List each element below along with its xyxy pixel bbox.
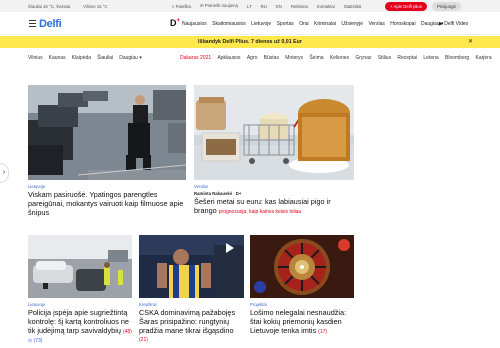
promo-banner[interactable]: Išbandyk Delfi Plius. 7 dienos už 0,01 E…: [0, 36, 500, 48]
article-card[interactable]: Verslas Raminta Rakauskė | D+ Šešeri met…: [194, 85, 354, 225]
promo-text: Išbandyk Delfi Plius. 7 dienos už 0,01 E…: [198, 39, 302, 45]
report-news-link[interactable]: ✉ Pranešk naujieną: [200, 3, 238, 9]
lang-lt[interactable]: LT: [247, 4, 252, 9]
article-card[interactable]: Lietuvoje Viskam pasiruošė. Ypatingos pa…: [28, 85, 186, 225]
article-category[interactable]: Lietuvoje: [28, 302, 45, 307]
city-vilnius[interactable]: Vilnius: [28, 55, 43, 61]
login-button[interactable]: Prisijungti: [432, 1, 461, 11]
topic-bloomberg[interactable]: Bloomberg: [445, 55, 469, 61]
play-icon[interactable]: [222, 241, 236, 255]
topic-seima[interactable]: Šeima: [309, 55, 323, 61]
topic-agro[interactable]: Agro: [247, 55, 258, 61]
topic-stilius[interactable]: Stilius: [378, 55, 391, 61]
city-kaunas[interactable]: Kaunas: [49, 55, 66, 61]
topic-bustas[interactable]: Būstas: [264, 55, 279, 61]
author-line: Raminta Rakauskė | D+: [194, 191, 242, 196]
topic-karjera[interactable]: Karjera: [475, 55, 491, 61]
article-image: [194, 85, 354, 180]
article-title[interactable]: Šešeri metai su euru: kas labiausiai pig…: [194, 197, 354, 217]
nav-lietuvoje[interactable]: Lietuvoje: [251, 21, 271, 27]
article-category[interactable]: Lietuvoje: [28, 184, 45, 189]
comment-count[interactable]: (48): [123, 329, 132, 335]
article-card[interactable]: Krepšinis CSKA dominavimą pažabojęs Šara…: [139, 235, 244, 348]
topic-moterys[interactable]: Moterys: [285, 55, 303, 61]
topic-apklausos[interactable]: Apklausos: [217, 55, 240, 61]
advertising-link[interactable]: Reklama: [291, 4, 308, 9]
main-header: Delfi D+ Naujausios Skaitomiausios Lietu…: [0, 13, 500, 35]
topic-receptai[interactable]: Receptai: [397, 55, 417, 61]
article-image: [139, 235, 244, 298]
utility-menu: ⌕ Paieška ✉ Pranešk naujieną LT RU EN Re…: [172, 3, 361, 9]
nav-orai[interactable]: Orai: [299, 21, 308, 27]
topic-letena[interactable]: Letena: [423, 55, 438, 61]
nav-horoskopai[interactable]: Horoskopai: [390, 21, 415, 27]
article-title[interactable]: Policija įspėja apie sugriežtintą kontro…: [28, 308, 132, 346]
statistics-link[interactable]: Statistika: [344, 4, 361, 9]
plus-badge: D+: [235, 191, 242, 196]
weather-text-2: Vilnius 16 °C: [83, 3, 108, 9]
delfi-plus-logo[interactable]: D+: [170, 18, 180, 28]
topic-dakaras[interactable]: Dakaras 2021: [180, 55, 211, 61]
nav-naujausios[interactable]: Naujausios: [182, 21, 207, 27]
city-daugiau[interactable]: Daugiau ▾: [119, 55, 142, 61]
search-link[interactable]: ⌕ Paieška: [172, 4, 191, 9]
article-title[interactable]: CSKA dominavimą pažabojęs Šaras prisipaž…: [139, 308, 244, 345]
chevron-left-icon[interactable]: ›: [0, 163, 9, 183]
comment-count[interactable]: (17): [318, 329, 327, 335]
article-title[interactable]: Viskam pasiruošė. Ypatingos parengtles p…: [28, 190, 186, 217]
weather-text: Šiauliai 16 °C, šviesiai: [28, 3, 71, 9]
comment-count[interactable]: (21): [139, 337, 148, 343]
article-category[interactable]: Projektai: [250, 302, 267, 307]
close-icon[interactable]: ✕: [468, 36, 473, 48]
play-icon: ▶: [439, 21, 443, 27]
author-name[interactable]: Raminta Rakauskė: [194, 191, 232, 196]
lang-ru[interactable]: RU: [261, 4, 267, 9]
city-siauliai[interactable]: Šiauliai: [97, 55, 113, 61]
lang-en[interactable]: EN: [276, 4, 282, 9]
nav-uzsienyje[interactable]: Užsienyje: [341, 21, 363, 27]
article-card[interactable]: Projektai Lošimo nelegalai nesnaudžia: š…: [250, 235, 354, 348]
nav-verslas[interactable]: Verslas: [368, 21, 384, 27]
top-utility-bar: Šiauliai 16 °C, šviesiai Vilnius 16 °C ⌕…: [0, 0, 500, 12]
delfi-video-link[interactable]: ▶ Delfi Video: [439, 21, 468, 27]
article-category[interactable]: Krepšinis: [139, 302, 157, 307]
article-image: [28, 85, 186, 180]
topic-keliones[interactable]: Keliones: [330, 55, 349, 61]
contacts-link[interactable]: Kontaktai: [317, 4, 335, 9]
nav-sportas[interactable]: Sportas: [277, 21, 294, 27]
article-image: [28, 235, 132, 298]
city-nav: Vilnius Kaunas Klaipėda Šiauliai Daugiau…: [28, 55, 142, 61]
delfi-plus-button[interactable]: + Apie Delfi plius: [385, 1, 427, 11]
article-category[interactable]: Verslas: [194, 184, 208, 189]
city-klaipeda[interactable]: Klaipėda: [72, 55, 91, 61]
menu-icon[interactable]: [29, 20, 36, 28]
delfi-logo[interactable]: Delfi: [39, 18, 62, 30]
article-title[interactable]: Lošimo nelegalai nesnaudžia: štai kokių …: [250, 308, 354, 336]
article-tags: prognozuoja, kaip kainos keisis toliau: [218, 208, 302, 215]
view-count: ⊙ (73): [28, 338, 43, 345]
nav-kriminalai[interactable]: Kriminalai: [314, 21, 336, 27]
article-image: [250, 235, 354, 298]
topic-grynas[interactable]: Grynas: [355, 55, 371, 61]
main-nav: Naujausios Skaitomiausios Lietuvoje Spor…: [182, 21, 443, 27]
nav-skaitomiausios[interactable]: Skaitomiausios: [212, 21, 246, 27]
topic-nav: Dakaras 2021 Apklausos Agro Būstas Moter…: [180, 55, 492, 61]
article-card[interactable]: Lietuvoje Policija įspėja apie sugriežti…: [28, 235, 132, 348]
